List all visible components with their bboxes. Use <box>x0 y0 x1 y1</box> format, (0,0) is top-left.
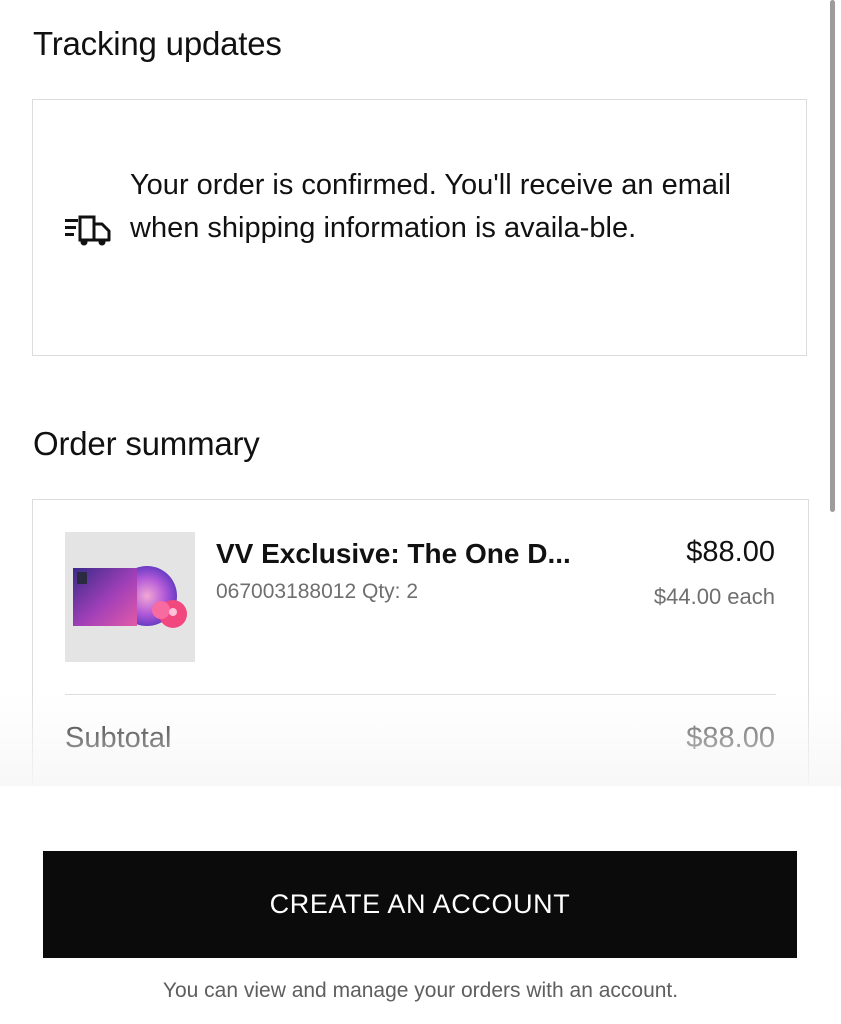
delivery-truck-icon <box>65 215 111 246</box>
order-summary-card: VV Exclusive: The One D... 067003188012 … <box>32 499 809 799</box>
create-account-button[interactable]: CREATE AN ACCOUNT <box>43 851 797 958</box>
order-confirmation-page: Tracking updates Your order is confirmed… <box>0 0 841 1024</box>
product-total-price: $88.00 <box>686 536 775 568</box>
page-scrollbar[interactable] <box>830 0 835 512</box>
product-sku-quantity: 067003188012 Qty: 2 <box>216 580 419 603</box>
summary-divider <box>65 694 776 695</box>
product-unit-price: $44.00 each <box>653 584 775 609</box>
tracking-message: Your order is confirmed. You'll receive … <box>130 169 731 244</box>
tracking-updates-heading: Tracking updates <box>33 25 282 62</box>
album-vinyl-thumbnail <box>73 566 187 628</box>
product-thumbnail[interactable] <box>65 532 195 662</box>
subtotal-label: Subtotal <box>65 722 172 754</box>
subtotal-value: $88.00 <box>686 722 775 754</box>
account-panel: CREATE AN ACCOUNT You can view and manag… <box>0 786 841 1024</box>
tracking-card: Your order is confirmed. You'll receive … <box>32 99 807 356</box>
order-summary-heading: Order summary <box>33 425 260 462</box>
product-name[interactable]: VV Exclusive: The One D... <box>216 538 571 570</box>
account-hint-text: You can view and manage your orders with… <box>162 979 679 1002</box>
